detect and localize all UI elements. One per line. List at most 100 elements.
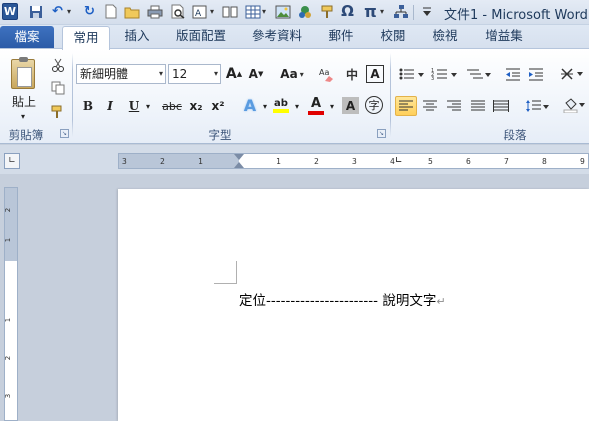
redo-icon[interactable]: ↻ (81, 3, 98, 20)
ruler-strip: ∟ 3 2 1 1 2 3 4 5 6 7 8 9 ∟ (0, 145, 589, 174)
insert-page-icon[interactable] (221, 3, 238, 20)
highlight-dropdown-icon[interactable]: ▾ (292, 97, 302, 115)
ruler-number: 1 (4, 237, 13, 243)
strikethrough-button[interactable]: abc (160, 97, 184, 115)
group-separator (72, 53, 73, 137)
subscript-button[interactable]: x₂ (188, 97, 204, 115)
font-size-combo[interactable]: 12 ▾ (168, 64, 221, 84)
tab-mailings[interactable]: 郵件 (318, 25, 364, 49)
new-document-icon[interactable] (102, 3, 119, 20)
vertical-ruler[interactable]: 2 1 1 2 3 (4, 187, 18, 421)
word-logo-icon[interactable]: W (2, 3, 18, 20)
bullets-button[interactable] (397, 65, 425, 83)
font-color-dropdown-icon[interactable]: ▾ (327, 97, 337, 115)
ruler-top-margin (5, 188, 17, 261)
copy-icon[interactable] (50, 81, 66, 97)
highlight-button[interactable]: ab (272, 95, 290, 115)
font-name-value: 新細明體 (80, 67, 129, 81)
symbol-icon[interactable]: Ω (339, 3, 356, 20)
asian-layout-button[interactable] (559, 65, 585, 83)
margin-corner-mark (236, 261, 237, 284)
enclose-characters-button[interactable]: 字 (365, 96, 383, 114)
font-color-swatch (308, 110, 324, 115)
align-right-button[interactable] (444, 97, 464, 115)
align-center-button[interactable] (420, 97, 440, 115)
tab-page-layout[interactable]: 版面配置 (166, 25, 236, 49)
tab-insert[interactable]: 插入 (114, 25, 160, 49)
print-icon[interactable] (146, 3, 163, 20)
grow-font-button[interactable]: A ▲ (225, 65, 243, 83)
chevron-down-icon: ▾ (158, 69, 163, 78)
italic-button[interactable]: I (102, 97, 118, 115)
font-launcher-icon[interactable]: ↘ (377, 129, 386, 138)
numbering-button[interactable]: 123 (430, 65, 458, 83)
horizontal-ruler[interactable]: 3 2 1 1 2 3 4 5 6 7 8 9 ∟ (118, 153, 589, 169)
paragraph-mark: ↵ (436, 295, 446, 308)
ribbon-home: 貼上 ▾ 剪貼簿 ↘ 新細明體 ▾ 12 ▾ A ▲ A ▼ Aa ▾ Aa 中 A … (0, 48, 589, 144)
clear-format-button[interactable]: Aa (318, 65, 336, 83)
print-preview-icon[interactable] (169, 3, 186, 20)
ruler-number: 5 (428, 157, 433, 166)
chevron-down-icon: ▾ (213, 69, 218, 78)
text-effects-button[interactable]: A (240, 96, 260, 115)
line-spacing-button[interactable] (524, 97, 550, 115)
bold-button[interactable]: B (80, 97, 96, 115)
table-dropdown-icon[interactable]: ▾ (259, 3, 269, 20)
shading-button[interactable] (563, 96, 585, 114)
change-case-label: Aa (280, 67, 298, 81)
tab-selector-icon[interactable]: ∟ (4, 153, 20, 169)
shrink-font-button[interactable]: A ▼ (247, 65, 265, 83)
text-effects-dropdown-icon[interactable]: ▾ (260, 97, 270, 115)
customize-qat-icon[interactable] (418, 3, 435, 20)
ruler-number: 2 (4, 355, 13, 361)
highlight-color-swatch (273, 108, 289, 113)
save-icon[interactable] (27, 3, 44, 20)
picture-icon[interactable] (274, 3, 291, 20)
text-box-icon[interactable]: A (191, 3, 208, 20)
superscript-button[interactable]: x² (210, 97, 226, 115)
tab-view[interactable]: 檢視 (422, 25, 468, 49)
increase-indent-button[interactable] (527, 65, 545, 83)
hanging-indent-marker[interactable] (234, 162, 244, 168)
document-page[interactable]: 定位----------------------- 說明文字↵ (118, 189, 589, 421)
smartart-icon[interactable] (392, 3, 409, 20)
font-name-combo[interactable]: 新細明體 ▾ (76, 64, 166, 84)
document-paragraph[interactable]: 定位----------------------- 說明文字↵ (239, 289, 446, 309)
window-title: 文件1 - Microsoft Word (444, 8, 588, 23)
font-color-button[interactable]: A (307, 95, 325, 115)
tab-home[interactable]: 常用 (62, 26, 110, 50)
distributed-button[interactable] (491, 97, 511, 115)
undo-dropdown-icon[interactable]: ▾ (64, 3, 74, 20)
ruler-number: 3 (122, 157, 127, 166)
tab-review[interactable]: 校閱 (370, 25, 416, 49)
justify-button[interactable] (468, 97, 488, 115)
character-border-button[interactable]: A (366, 65, 384, 83)
tab-stop-marker[interactable]: ∟ (395, 156, 403, 166)
equation-dropdown-icon[interactable]: ▾ (377, 3, 387, 20)
paste-dropdown-icon[interactable]: ▾ (16, 107, 30, 125)
underline-button[interactable]: U (126, 97, 142, 115)
shrink-font-label: A (248, 67, 258, 81)
text-box-dropdown-icon[interactable]: ▾ (207, 3, 217, 20)
cut-icon[interactable] (50, 58, 66, 74)
clip-art-icon[interactable] (296, 3, 313, 20)
underline-dropdown-icon[interactable]: ▾ (143, 97, 153, 115)
open-icon[interactable] (123, 3, 140, 20)
font-color-label: A (310, 95, 322, 111)
tab-references[interactable]: 參考資料 (242, 25, 312, 49)
font-size-value: 12 (172, 67, 188, 81)
decrease-indent-button[interactable] (504, 65, 522, 83)
tab-file[interactable]: 檔案 (0, 26, 54, 49)
ruler-number: 1 (198, 157, 203, 166)
phonetic-guide-button[interactable]: 中 (343, 65, 361, 83)
first-line-indent-marker[interactable] (234, 154, 244, 160)
character-shading-button[interactable]: A (342, 97, 359, 114)
multilevel-list-button[interactable] (464, 65, 492, 83)
align-left-button[interactable] (395, 96, 417, 116)
clipboard-launcher-icon[interactable]: ↘ (60, 129, 69, 138)
change-case-button[interactable]: Aa ▾ (278, 65, 306, 83)
tab-add-ins[interactable]: 增益集 (474, 25, 534, 49)
format-painter-icon[interactable] (50, 105, 66, 121)
format-painter-icon[interactable] (319, 3, 336, 20)
paste-icon[interactable] (8, 57, 38, 91)
